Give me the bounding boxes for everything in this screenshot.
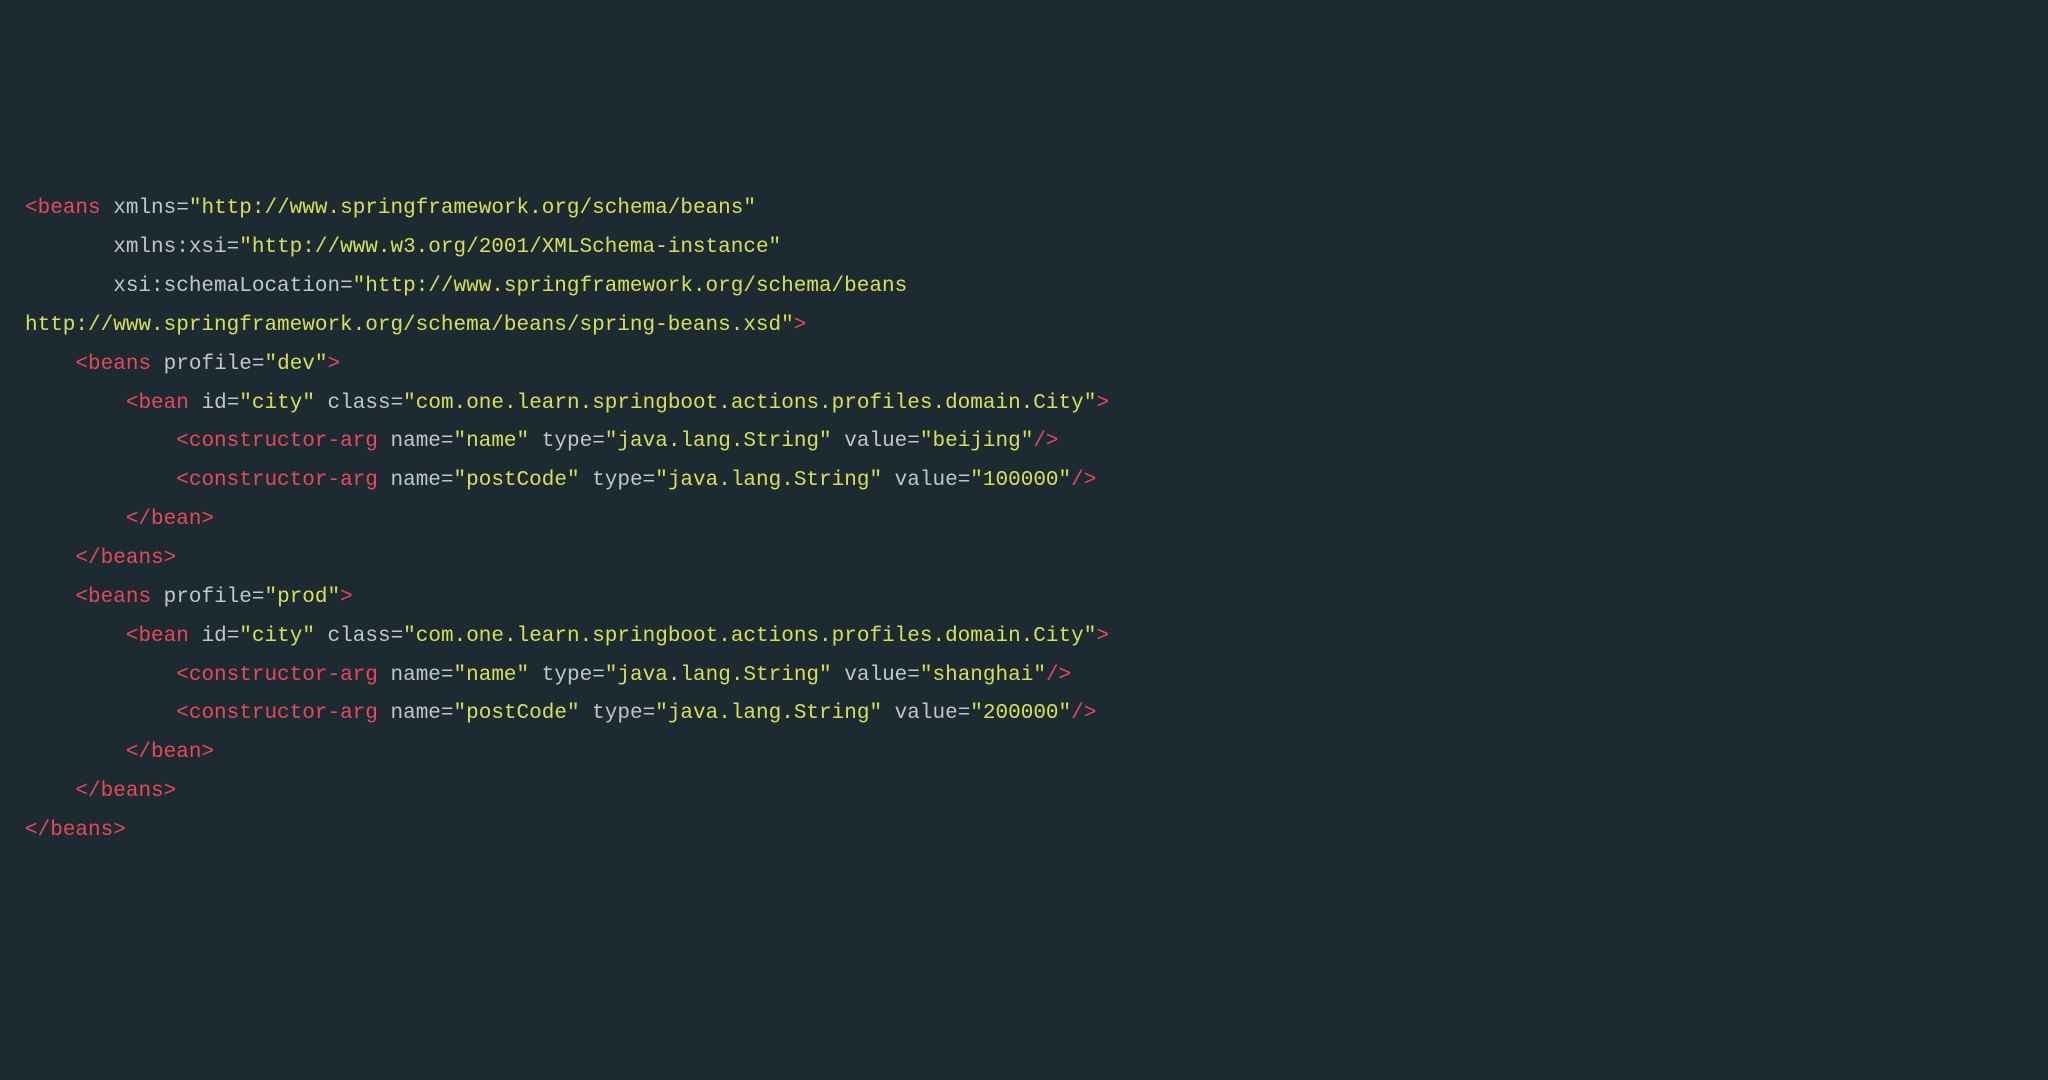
code-line: </beans> [25, 819, 126, 842]
attr-value: "200000" [970, 702, 1071, 725]
code-line: xsi:schemaLocation="http://www.springfra… [25, 275, 907, 298]
code-line: <bean id="city" class="com.one.learn.spr… [25, 625, 1109, 648]
attr-value: http://www.springframework.org/schema/be… [25, 314, 794, 337]
attr-value: "postCode" [454, 702, 580, 725]
tag-close: </beans> [75, 780, 176, 803]
attr-name: type [592, 469, 642, 492]
code-line: <constructor-arg name="name" type="java.… [25, 664, 1071, 687]
tag-close: > [1096, 625, 1109, 648]
attr-name: id [201, 392, 226, 415]
code-block: <beans xmlns="http://www.springframework… [25, 190, 2023, 850]
attr-name: profile [164, 353, 252, 376]
attr-name: value [895, 469, 958, 492]
tag-open: <bean [126, 392, 189, 415]
attr-name: class [328, 625, 391, 648]
code-line: http://www.springframework.org/schema/be… [25, 314, 806, 337]
attr-value: "java.lang.String" [605, 430, 832, 453]
attr-name: name [390, 702, 440, 725]
tag-open: <constructor-arg [176, 664, 378, 687]
attr-value: "100000" [970, 469, 1071, 492]
tag-open: <constructor-arg [176, 469, 378, 492]
tag-close: > [1096, 392, 1109, 415]
attr-name: id [201, 625, 226, 648]
attr-value: "dev" [264, 353, 327, 376]
attr-name: xmlns [113, 197, 176, 220]
attr-value: "java.lang.String" [655, 702, 882, 725]
tag-close: > [328, 353, 341, 376]
code-line: <constructor-arg name="postCode" type="j… [25, 469, 1096, 492]
code-line: </beans> [25, 547, 176, 570]
tag-close: </bean> [126, 741, 214, 764]
attr-name: type [542, 430, 592, 453]
code-line: </bean> [25, 508, 214, 531]
attr-value: "name" [454, 430, 530, 453]
tag-open: <beans [75, 353, 151, 376]
tag-open: <beans [25, 197, 101, 220]
attr-value: "shanghai" [920, 664, 1046, 687]
attr-value: "http://www.w3.org/2001/XMLSchema-instan… [239, 236, 781, 259]
attr-value: "com.one.learn.springboot.actions.profil… [403, 625, 1096, 648]
attr-value: "postCode" [454, 469, 580, 492]
attr-name: value [844, 664, 907, 687]
attr-name: value [895, 702, 958, 725]
attr-name: class [328, 392, 391, 415]
code-line: xmlns:xsi="http://www.w3.org/2001/XMLSch… [25, 236, 781, 259]
tag-selfclose: /> [1046, 664, 1071, 687]
attr-value: "java.lang.String" [655, 469, 882, 492]
attr-name: xmlns:xsi [113, 236, 226, 259]
tag-selfclose: /> [1033, 430, 1058, 453]
attr-name: type [592, 702, 642, 725]
tag-close: > [340, 586, 353, 609]
tag-close: </beans> [75, 547, 176, 570]
attr-value: "http://www.springframework.org/schema/b… [353, 275, 908, 298]
code-line: <constructor-arg name="postCode" type="j… [25, 702, 1096, 725]
attr-name: name [390, 469, 440, 492]
attr-value: "com.one.learn.springboot.actions.profil… [403, 392, 1096, 415]
attr-value: "city" [239, 392, 315, 415]
code-line: <beans profile="dev"> [25, 353, 340, 376]
attr-name: xsi:schemaLocation [113, 275, 340, 298]
code-line: <bean id="city" class="com.one.learn.spr… [25, 392, 1109, 415]
tag-open: <beans [75, 586, 151, 609]
attr-name: name [390, 430, 440, 453]
tag-close: > [794, 314, 807, 337]
attr-name: value [844, 430, 907, 453]
tag-open: <bean [126, 625, 189, 648]
code-line: <beans xmlns="http://www.springframework… [25, 197, 756, 220]
code-line: <beans profile="prod"> [25, 586, 353, 609]
attr-value: "java.lang.String" [605, 664, 832, 687]
attr-value: "city" [239, 625, 315, 648]
code-line: <constructor-arg name="name" type="java.… [25, 430, 1059, 453]
attr-value: "http://www.springframework.org/schema/b… [189, 197, 756, 220]
tag-close: </beans> [25, 819, 126, 842]
tag-open: <constructor-arg [176, 430, 378, 453]
code-line: </bean> [25, 741, 214, 764]
tag-selfclose: /> [1071, 702, 1096, 725]
attr-name: profile [164, 586, 252, 609]
code-line: </beans> [25, 780, 176, 803]
attr-name: name [390, 664, 440, 687]
tag-close: </bean> [126, 508, 214, 531]
tag-selfclose: /> [1071, 469, 1096, 492]
attr-name: type [542, 664, 592, 687]
attr-value: "name" [454, 664, 530, 687]
attr-value: "prod" [264, 586, 340, 609]
tag-open: <constructor-arg [176, 702, 378, 725]
attr-value: "beijing" [920, 430, 1033, 453]
